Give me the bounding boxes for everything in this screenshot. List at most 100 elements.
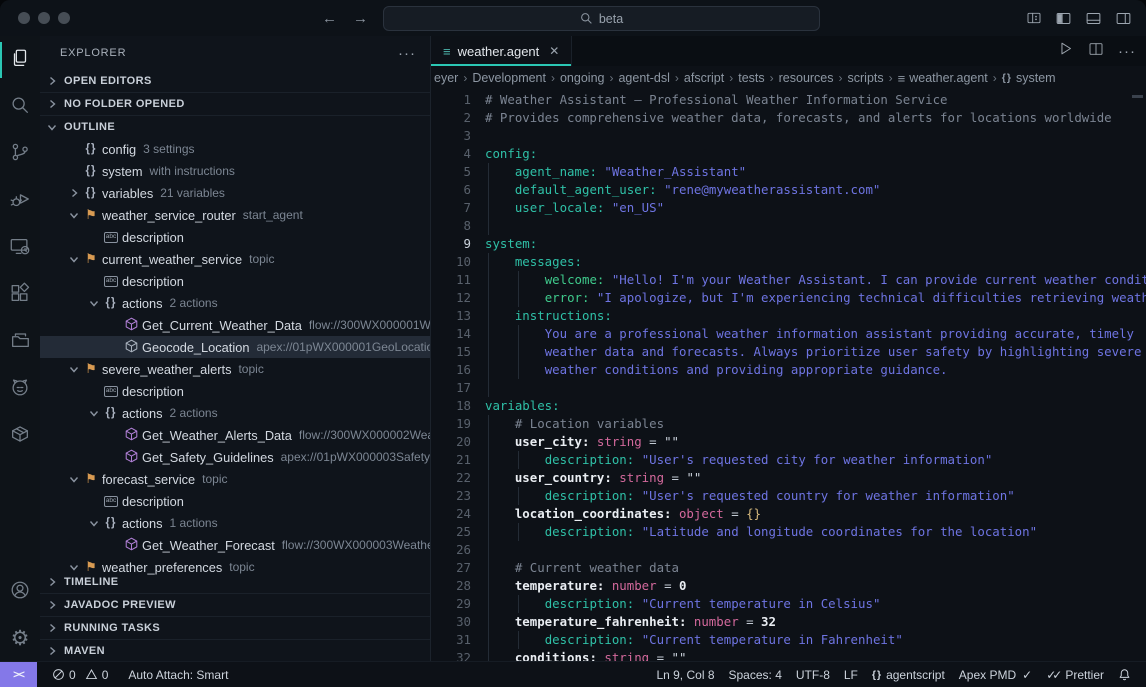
problems-status[interactable]: 0 0 bbox=[45, 662, 115, 687]
activity-run-debug[interactable] bbox=[0, 179, 40, 223]
status-item-lf[interactable]: LF bbox=[837, 662, 865, 687]
breadcrumb-item-ongoing[interactable]: ongoing bbox=[560, 71, 605, 85]
code-line-10: 10 messages: bbox=[431, 253, 1146, 271]
bottom-section-0[interactable]: TIMELINE bbox=[40, 571, 430, 593]
line-number: 7 bbox=[431, 199, 471, 217]
outline-item-Get_Weather_Alerts_Data[interactable]: Get_Weather_Alerts_Dataflow://300WX00000… bbox=[40, 424, 430, 446]
flow-action-cube-icon bbox=[125, 449, 138, 466]
line-number: 16 bbox=[431, 361, 471, 379]
string-symbol-icon: abc bbox=[104, 232, 118, 243]
auto-attach-status[interactable]: Auto Attach: Smart bbox=[121, 662, 235, 687]
close-window-icon[interactable] bbox=[18, 12, 30, 24]
breadcrumb-item-system[interactable]: {}system bbox=[1002, 71, 1056, 85]
breadcrumb-item-weather.agent[interactable]: ≡weather.agent bbox=[898, 71, 988, 86]
breadcrumb-item-eyer[interactable]: eyer bbox=[434, 71, 458, 85]
remote-indicator[interactable]: >< bbox=[0, 662, 37, 687]
activity-robot[interactable] bbox=[0, 367, 40, 411]
outline-item-variables[interactable]: {} variables21 variables bbox=[40, 182, 430, 204]
split-editor-icon[interactable] bbox=[1088, 41, 1104, 62]
outline-item-system[interactable]: {} systemwith instructions bbox=[40, 160, 430, 182]
outline-item-weather_service_router[interactable]: ⚑ weather_service_routerstart_agent bbox=[40, 204, 430, 226]
line-number: 14 bbox=[431, 325, 471, 343]
status-item-utf-8[interactable]: UTF-8 bbox=[789, 662, 837, 687]
line-number: 21 bbox=[431, 451, 471, 469]
activity-accounts[interactable] bbox=[0, 570, 40, 614]
activity-remote-explorer[interactable] bbox=[0, 226, 40, 270]
close-tab-icon[interactable]: ✕ bbox=[549, 44, 559, 58]
topic-flag-icon: ⚑ bbox=[85, 251, 97, 267]
run-icon[interactable] bbox=[1057, 40, 1074, 62]
explorer-more-actions-icon[interactable]: ··· bbox=[398, 45, 416, 62]
status-item-bell[interactable] bbox=[1111, 662, 1138, 687]
code-line-8: 8 bbox=[431, 217, 1146, 235]
line-number: 23 bbox=[431, 487, 471, 505]
line-number: 2 bbox=[431, 109, 471, 127]
status-item-apex-pmd[interactable]: Apex PMD✓ bbox=[952, 662, 1039, 687]
status-item-ln-9-col-8[interactable]: Ln 9, Col 8 bbox=[649, 662, 721, 687]
outline-item-config[interactable]: {} config3 settings bbox=[40, 138, 430, 160]
bottom-section-1[interactable]: JAVADOC PREVIEW bbox=[40, 593, 430, 616]
flow-action-cube-icon bbox=[125, 317, 138, 334]
line-number: 30 bbox=[431, 613, 471, 631]
bottom-section-3[interactable]: MAVEN bbox=[40, 639, 430, 662]
toggle-primary-sidebar-icon[interactable] bbox=[1055, 10, 1072, 27]
outline-item-description[interactable]: abc description bbox=[40, 270, 430, 292]
tab-weather-agent[interactable]: ≡ weather.agent ✕ bbox=[431, 36, 572, 66]
activity-explorer[interactable] bbox=[0, 38, 40, 82]
section-1[interactable]: NO FOLDER OPENED bbox=[40, 92, 430, 115]
file-list-icon: ≡ bbox=[443, 44, 451, 59]
activity-source-control[interactable] bbox=[0, 132, 40, 176]
command-center-search[interactable]: beta bbox=[383, 6, 820, 31]
outline-item-severe_weather_alerts[interactable]: ⚑ severe_weather_alertstopic bbox=[40, 358, 430, 380]
back-icon[interactable]: ← bbox=[322, 10, 337, 27]
outline-item-Get_Current_Weather_Data[interactable]: Get_Current_Weather_Dataflow://300WX0000… bbox=[40, 314, 430, 336]
outline-item-actions[interactable]: {} actions1 actions bbox=[40, 512, 430, 534]
activity-settings[interactable]: ⚙ bbox=[0, 617, 40, 661]
code-line-24: 24 location_coordinates: object = {} bbox=[431, 505, 1146, 523]
breadcrumb-item-agent-dsl[interactable]: agent-dsl bbox=[618, 71, 669, 85]
code-line-19: 19 # Location variables bbox=[431, 415, 1146, 433]
outline-item-description[interactable]: abc description bbox=[40, 226, 430, 248]
activity-search[interactable] bbox=[0, 85, 40, 129]
outline-item-Get_Safety_Guidelines[interactable]: Get_Safety_Guidelinesapex://01pWX000003S… bbox=[40, 446, 430, 468]
outline-item-description[interactable]: abc description bbox=[40, 380, 430, 402]
breadcrumb-item-tests[interactable]: tests bbox=[738, 71, 764, 85]
zoom-window-icon[interactable] bbox=[58, 12, 70, 24]
line-number: 25 bbox=[431, 523, 471, 541]
outline-item-current_weather_service[interactable]: ⚑ current_weather_servicetopic bbox=[40, 248, 430, 270]
status-item-spaces-4[interactable]: Spaces: 4 bbox=[722, 662, 789, 687]
bottom-section-2[interactable]: RUNNING TASKS bbox=[40, 616, 430, 639]
customize-layout-icon[interactable] bbox=[1026, 10, 1042, 26]
code-line-6: 6 default_agent_user: "rene@myweatherass… bbox=[431, 181, 1146, 199]
more-actions-icon[interactable]: ··· bbox=[1118, 43, 1136, 60]
line-number: 22 bbox=[431, 469, 471, 487]
chevron-right-icon bbox=[44, 646, 60, 656]
status-item-agentscript[interactable]: {}agentscript bbox=[865, 662, 952, 687]
line-number: 20 bbox=[431, 433, 471, 451]
chevron-right-icon bbox=[44, 76, 60, 86]
folder-stack-icon bbox=[9, 329, 31, 356]
activity-containers[interactable] bbox=[0, 414, 40, 458]
files-icon bbox=[9, 47, 31, 74]
line-number: 8 bbox=[431, 217, 471, 235]
breadcrumb-item-Development[interactable]: Development bbox=[472, 71, 546, 85]
outline-item-description[interactable]: abc description bbox=[40, 490, 430, 512]
outline-item-forecast_service[interactable]: ⚑ forecast_servicetopic bbox=[40, 468, 430, 490]
activity-project-manager[interactable] bbox=[0, 320, 40, 364]
outline-item-actions[interactable]: {} actions2 actions bbox=[40, 292, 430, 314]
toggle-panel-icon[interactable] bbox=[1085, 10, 1102, 27]
breadcrumb-item-afscript[interactable]: afscript bbox=[684, 71, 724, 85]
status-item-prettier[interactable]: ✓✓Prettier bbox=[1039, 662, 1111, 687]
outline-item-actions[interactable]: {} actions2 actions bbox=[40, 402, 430, 424]
outline-item-Geocode_Location[interactable]: Geocode_Locationapex://01pWX000001GeoLoc… bbox=[40, 336, 430, 358]
breadcrumb-item-scripts[interactable]: scripts bbox=[848, 71, 884, 85]
outline-item-Get_Weather_Forecast[interactable]: Get_Weather_Forecastflow://300WX000003We… bbox=[40, 534, 430, 556]
toggle-secondary-sidebar-icon[interactable] bbox=[1115, 10, 1132, 27]
minimize-window-icon[interactable] bbox=[38, 12, 50, 24]
forward-icon[interactable]: → bbox=[353, 10, 368, 27]
outline-section-header[interactable]: OUTLINE bbox=[40, 115, 430, 138]
code-editor[interactable]: 1# Weather Assistant – Professional Weat… bbox=[431, 91, 1146, 662]
section-0[interactable]: OPEN EDITORS bbox=[40, 70, 430, 92]
activity-extensions[interactable] bbox=[0, 273, 40, 317]
breadcrumb-item-resources[interactable]: resources bbox=[779, 71, 834, 85]
